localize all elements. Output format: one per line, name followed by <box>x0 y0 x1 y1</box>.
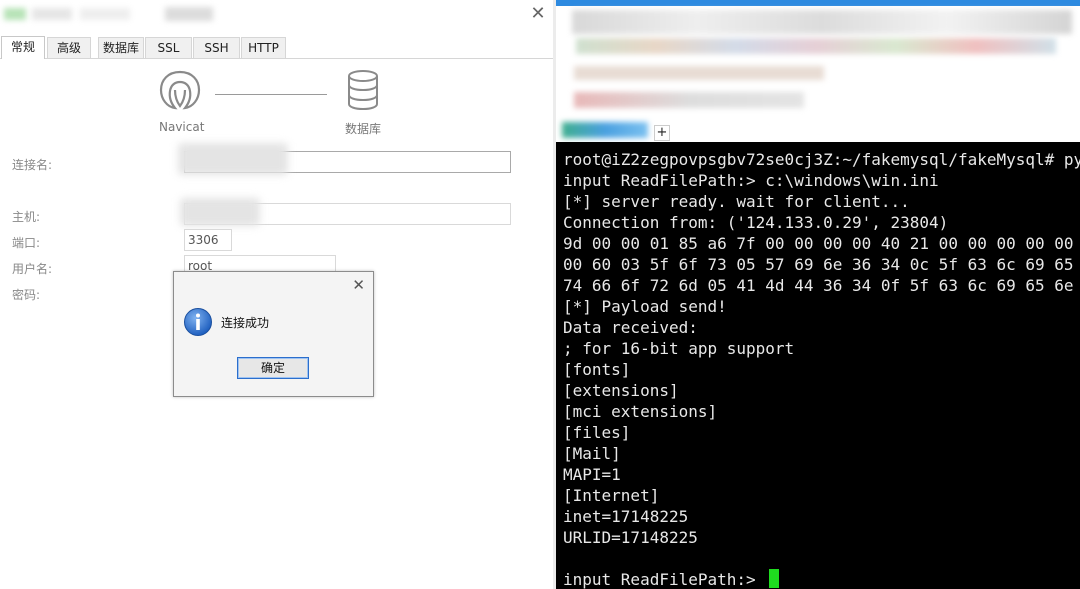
port-field[interactable]: 3306 <box>184 229 232 251</box>
blurred-title-icon <box>4 8 26 20</box>
port-label: 端口: <box>12 236 41 250</box>
new-tab-button[interactable]: + <box>654 125 670 141</box>
window-accent-bar <box>556 0 1080 6</box>
blurred-menubar <box>572 10 1072 34</box>
terminal-line: 9d 00 00 01 85 a6 7f 00 00 00 00 40 21 0… <box>563 234 1080 253</box>
terminal-line: [fonts] <box>563 360 631 379</box>
terminal-line: [extensions] <box>563 381 679 400</box>
tab-advanced[interactable]: 高级 <box>47 37 91 58</box>
terminal-line: [mci extensions] <box>563 402 718 421</box>
terminal-line: MAPI=1 <box>563 465 621 484</box>
tab-ssh[interactable]: SSH <box>193 37 240 58</box>
ssh-client-toolbar: + <box>556 0 1080 142</box>
terminal-line: Data received: <box>563 318 698 337</box>
navicat-diagram-label: Navicat <box>159 120 205 134</box>
dialog-message: 连接成功 <box>221 316 270 330</box>
terminal-line: [*] server ready. wait for client... <box>563 192 910 211</box>
host-label: 主机: <box>12 210 41 224</box>
blurred-session-bar <box>574 92 804 108</box>
terminal-output[interactable]: root@iZ2zegpovpsgbv72se0cj3Z:~/fakemysql… <box>556 142 1080 589</box>
terminal-line: [Internet] <box>563 486 660 505</box>
terminal-line: input ReadFilePath:> c:\windows\win.ini <box>563 171 939 190</box>
ok-button[interactable]: 确定 <box>237 357 309 379</box>
blurred-toolbar-icons <box>576 38 1056 54</box>
session-tab[interactable] <box>562 122 648 138</box>
tab-http[interactable]: HTTP <box>241 37 286 58</box>
terminal-line: 00 60 03 5f 6f 73 05 57 69 6e 36 34 0c 5… <box>563 255 1080 274</box>
blurred-title-text <box>32 8 72 20</box>
terminal-line: Connection from: ('124.133.0.29', 23804) <box>563 213 949 232</box>
terminal-line: [Mail] <box>563 444 621 463</box>
terminal-line: [files] <box>563 423 631 442</box>
window-titlebar: ✕ <box>0 0 556 34</box>
settings-tabs: 常规 高级 数据库 SSL SSH HTTP <box>0 36 556 59</box>
blurred-host <box>180 198 260 226</box>
terminal-line: ; for 16-bit app support <box>563 339 795 358</box>
connection-line <box>215 94 327 95</box>
blurred-title-text <box>80 8 130 20</box>
database-diagram-label: 数据库 <box>345 122 382 136</box>
terminal-line: [*] Payload send! <box>563 297 727 316</box>
tab-general[interactable]: 常规 <box>1 36 45 59</box>
terminal-line: root@iZ2zegpovpsgbv72se0cj3Z:~/fakemysql… <box>563 150 1080 169</box>
blurred-address-bar <box>574 66 824 80</box>
password-label: 密码: <box>12 288 41 302</box>
connection-success-dialog: ✕ 连接成功 确定 <box>173 271 374 397</box>
tab-ssl[interactable]: SSL <box>145 37 192 58</box>
window-close-button[interactable]: ✕ <box>527 3 549 25</box>
database-icon <box>346 70 380 111</box>
terminal-line: inet=17148225 <box>563 507 689 526</box>
dialog-close-button[interactable]: ✕ <box>352 276 365 294</box>
navicat-connection-window: ✕ 常规 高级 数据库 SSL SSH HTTP Navicat 数据库 连接名… <box>0 0 556 589</box>
blurred-title-text <box>165 7 213 21</box>
terminal-cursor <box>769 569 780 588</box>
terminal-line: input ReadFilePath:> <box>563 569 780 589</box>
username-label: 用户名: <box>12 262 53 276</box>
terminal-line: URLID=17148225 <box>563 528 698 547</box>
tab-databases[interactable]: 数据库 <box>98 37 144 58</box>
navicat-logo-icon <box>158 68 202 112</box>
info-icon <box>183 307 213 337</box>
connection-name-label: 连接名: <box>12 158 53 172</box>
terminal-line: 74 66 6f 72 6d 05 41 4d 44 36 34 0f 5f 6… <box>563 276 1080 295</box>
blurred-connection-name <box>178 143 288 175</box>
